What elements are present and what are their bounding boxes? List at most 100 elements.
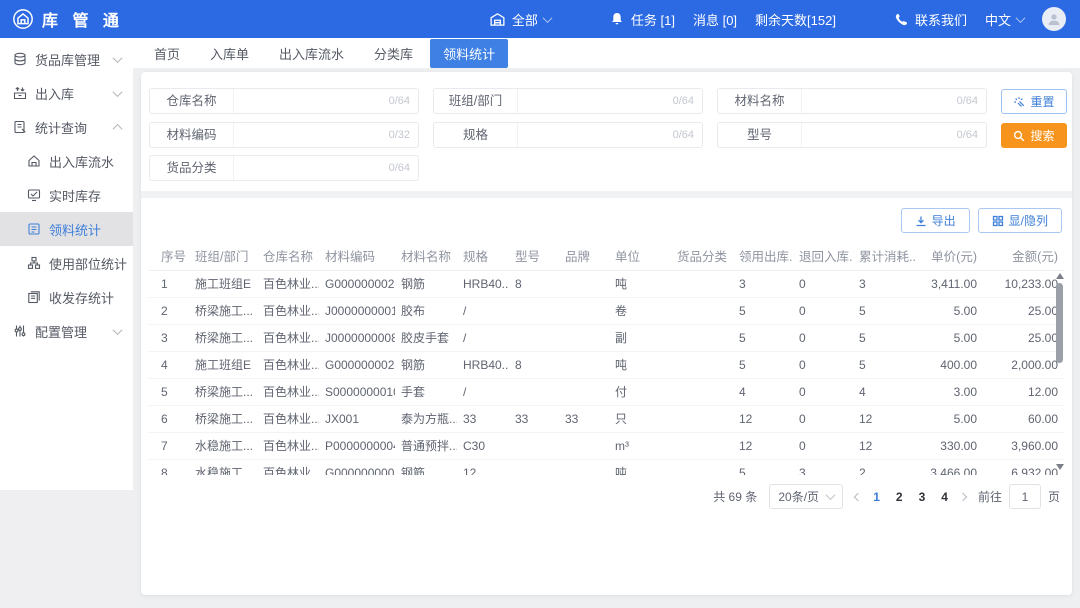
table-cell: 5.00 (917, 324, 983, 351)
table-cell: 百色林业... (257, 270, 319, 297)
sidebar-item-stats-query[interactable]: 统计查询 (0, 110, 133, 144)
sidebar-item-usage-part[interactable]: 使用部位统计 (0, 246, 133, 280)
reset-button-label: 重置 (1030, 93, 1054, 110)
table-cell: 8 (149, 459, 189, 475)
table-cell: 60.00 (983, 405, 1064, 432)
table-row[interactable]: 6桥梁施工...百色林业...JX001泰为方瓶...333333只120125… (149, 405, 1064, 432)
tab-home[interactable]: 首页 (141, 39, 193, 68)
table-cell: 0 (793, 270, 853, 297)
char-counter: 0/64 (389, 162, 418, 174)
table-row[interactable]: 7水稳施工...百色林业...P0000000004普通预拌...C30m³12… (149, 432, 1064, 459)
vertical-scrollbar[interactable] (1055, 271, 1064, 472)
goto-suffix-label: 页 (1048, 488, 1060, 505)
material-name-input[interactable] (802, 94, 957, 108)
column-header: 单位 (609, 242, 671, 270)
contact-us-link[interactable]: 联系我们 (894, 10, 967, 29)
warehouse-name-input[interactable] (234, 94, 389, 108)
material-report-table: 序号班组/部门仓库名称材料编码材料名称规格型号品牌单位货品分类领用出库...退回… (149, 242, 1064, 475)
table-cell: 副 (609, 324, 671, 351)
scroll-up-arrow-icon[interactable] (1056, 273, 1064, 279)
table-cell (559, 270, 609, 297)
table-row[interactable]: 4施工班组E百色林业...G000000002...钢筋HRB40...8吨50… (149, 351, 1064, 378)
scroll-down-arrow-icon[interactable] (1056, 464, 1064, 470)
page-number-1[interactable]: 1 (873, 490, 880, 504)
tab-inout-flow[interactable]: 出入库流水 (266, 39, 357, 68)
table-cell: 手套 (395, 378, 457, 405)
sidebar-item-goods-db[interactable]: 货品库管理 (0, 42, 133, 76)
table-cell: m³ (609, 432, 671, 459)
table-cell: G000000002... (319, 351, 395, 378)
table-cell (559, 432, 609, 459)
page-number-3[interactable]: 3 (919, 490, 926, 504)
table-cell (559, 378, 609, 405)
language-selector[interactable]: 中文 (985, 10, 1024, 29)
table-cell: 330.00 (917, 432, 983, 459)
team-department-input[interactable] (518, 94, 673, 108)
tab-material-report[interactable]: 领料统计 (430, 39, 508, 68)
messages-link[interactable]: 消息 [0] (693, 10, 737, 29)
sidebar-item-inout-flow[interactable]: 出入库流水 (0, 144, 133, 178)
sidebar-item-config[interactable]: 配置管理 (0, 314, 133, 348)
spec-input[interactable] (518, 128, 673, 142)
sidebar-item-material-report[interactable]: 领料统计 (0, 212, 133, 246)
table-row[interactable]: 1施工班组E百色林业...G000000002...钢筋HRB40...8吨30… (149, 270, 1064, 297)
material-code-input[interactable] (234, 128, 389, 142)
goods-category-input[interactable] (234, 161, 389, 175)
table-cell: 百色林业... (257, 405, 319, 432)
page-size-select[interactable]: 20条/页 (769, 484, 843, 509)
table-header-row: 序号班组/部门仓库名称材料编码材料名称规格型号品牌单位货品分类领用出库...退回… (149, 242, 1064, 270)
tab-category-store[interactable]: 分类库 (361, 39, 426, 68)
table-row[interactable]: 8水稳施工...百色林业...G0000000003钢筋12吨5323,466.… (149, 459, 1064, 475)
table-cell: J00000000088 (319, 324, 395, 351)
table-cell: 钢筋 (395, 351, 457, 378)
table-row[interactable]: 5桥梁施工...百色林业...S0000000010手套/付4043.0012.… (149, 378, 1064, 405)
export-button-label: 导出 (932, 212, 956, 229)
goto-page-input[interactable] (1009, 484, 1041, 509)
chevron-down-icon (1016, 13, 1026, 23)
show-hide-columns-button[interactable]: 显/隐列 (978, 208, 1062, 233)
table-cell: S0000000010 (319, 378, 395, 405)
contact-us-label: 联系我们 (915, 10, 967, 29)
sidebar-item-send-receive[interactable]: 收发存统计 (0, 280, 133, 314)
usage-part-icon (26, 256, 41, 271)
char-counter: 0/64 (673, 129, 702, 141)
next-page-button[interactable] (959, 492, 967, 500)
goods-database-icon (12, 52, 27, 67)
tasks-label: 任务 [1] (631, 10, 675, 29)
table-cell: 3,960.00 (983, 432, 1064, 459)
sidebar-item-realtime-stock[interactable]: 实时库存 (0, 178, 133, 212)
table-cell: 只 (609, 405, 671, 432)
page-number-4[interactable]: 4 (941, 490, 948, 504)
table-cell (671, 324, 733, 351)
char-counter: 0/32 (389, 129, 418, 141)
user-avatar[interactable] (1042, 7, 1066, 31)
sidebar-item-in-out[interactable]: 出入库 (0, 76, 133, 110)
table-cell: 3 (149, 324, 189, 351)
table-cell: 5 (733, 324, 793, 351)
model-input[interactable] (802, 128, 957, 142)
table-cell: P0000000004 (319, 432, 395, 459)
reset-button[interactable]: 重置 (1001, 89, 1067, 114)
table-row[interactable]: 2桥梁施工...百色林业...J0000000001胶布/卷5055.0025.… (149, 297, 1064, 324)
export-button[interactable]: 导出 (901, 208, 970, 233)
field-material-code: 材料编码 0/32 (149, 122, 419, 148)
tab-inbound-order[interactable]: 入库单 (197, 39, 262, 68)
search-button[interactable]: 搜索 (1001, 123, 1067, 148)
table-cell (559, 324, 609, 351)
page-number-2[interactable]: 2 (896, 490, 903, 504)
scrollbar-thumb[interactable] (1056, 283, 1063, 363)
table-row[interactable]: 3桥梁施工...百色林业...J00000000088胶皮手套/副5055.00… (149, 324, 1064, 351)
table-cell: 百色林业... (257, 351, 319, 378)
sidebar: 货品库管理 出入库 (0, 38, 133, 608)
chevron-down-icon (113, 87, 123, 97)
table-cell (509, 459, 559, 475)
table-cell: 0 (793, 351, 853, 378)
table-cell: 4 (733, 378, 793, 405)
prev-page-button[interactable] (854, 492, 862, 500)
table-cell: HRB40... (457, 351, 509, 378)
tasks-link[interactable]: 任务 [1] (609, 10, 675, 29)
warehouse-scope-selector[interactable]: 全部 (489, 10, 551, 29)
bell-icon (609, 11, 625, 27)
sidebar-item-label: 领料统计 (49, 220, 101, 239)
column-header: 累计消耗... (853, 242, 917, 270)
